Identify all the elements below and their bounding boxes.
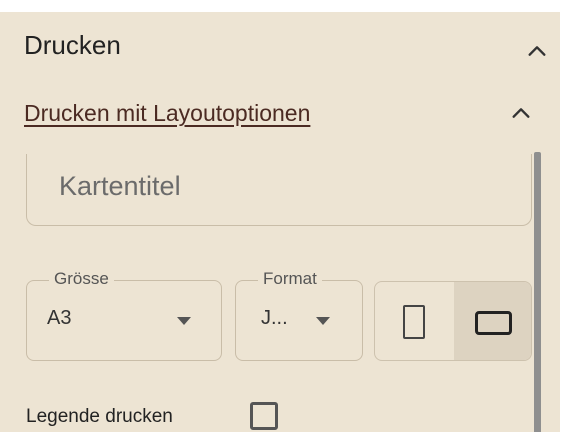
print-section-title: Drucken	[24, 30, 121, 60]
landscape-button[interactable]	[454, 282, 531, 360]
dropdown-caret-icon	[316, 317, 330, 325]
format-select-value: J...	[261, 307, 288, 329]
format-select[interactable]: Format J...	[235, 269, 363, 361]
landscape-icon	[475, 311, 512, 335]
print-section-header[interactable]: Drucken	[0, 12, 560, 82]
map-title-field	[26, 154, 532, 226]
layout-options-link[interactable]: Drucken mit Layoutoptionen	[24, 100, 310, 127]
portrait-button[interactable]	[375, 282, 454, 360]
chevron-up-icon[interactable]	[526, 40, 548, 62]
format-select-label: Format	[258, 269, 322, 289]
dropdown-caret-icon	[177, 317, 191, 325]
portrait-icon	[403, 305, 425, 339]
map-title-input[interactable]	[57, 170, 501, 203]
scrollbar-thumb[interactable]	[534, 152, 541, 432]
layout-options-content: Grösse A3 Format J... Legende drucken	[0, 152, 560, 432]
scrollbar[interactable]	[532, 152, 542, 432]
orientation-toggle	[374, 281, 532, 361]
chevron-up-icon[interactable]	[510, 102, 532, 124]
size-select-label: Grösse	[49, 269, 114, 289]
print-legend-checkbox[interactable]	[250, 402, 278, 430]
size-select[interactable]: Grösse A3	[26, 269, 222, 361]
size-select-value: A3	[47, 307, 72, 329]
print-legend-label: Legende drucken	[26, 406, 173, 427]
print-panel: Drucken Drucken mit Layoutoptionen Gröss…	[0, 12, 560, 432]
